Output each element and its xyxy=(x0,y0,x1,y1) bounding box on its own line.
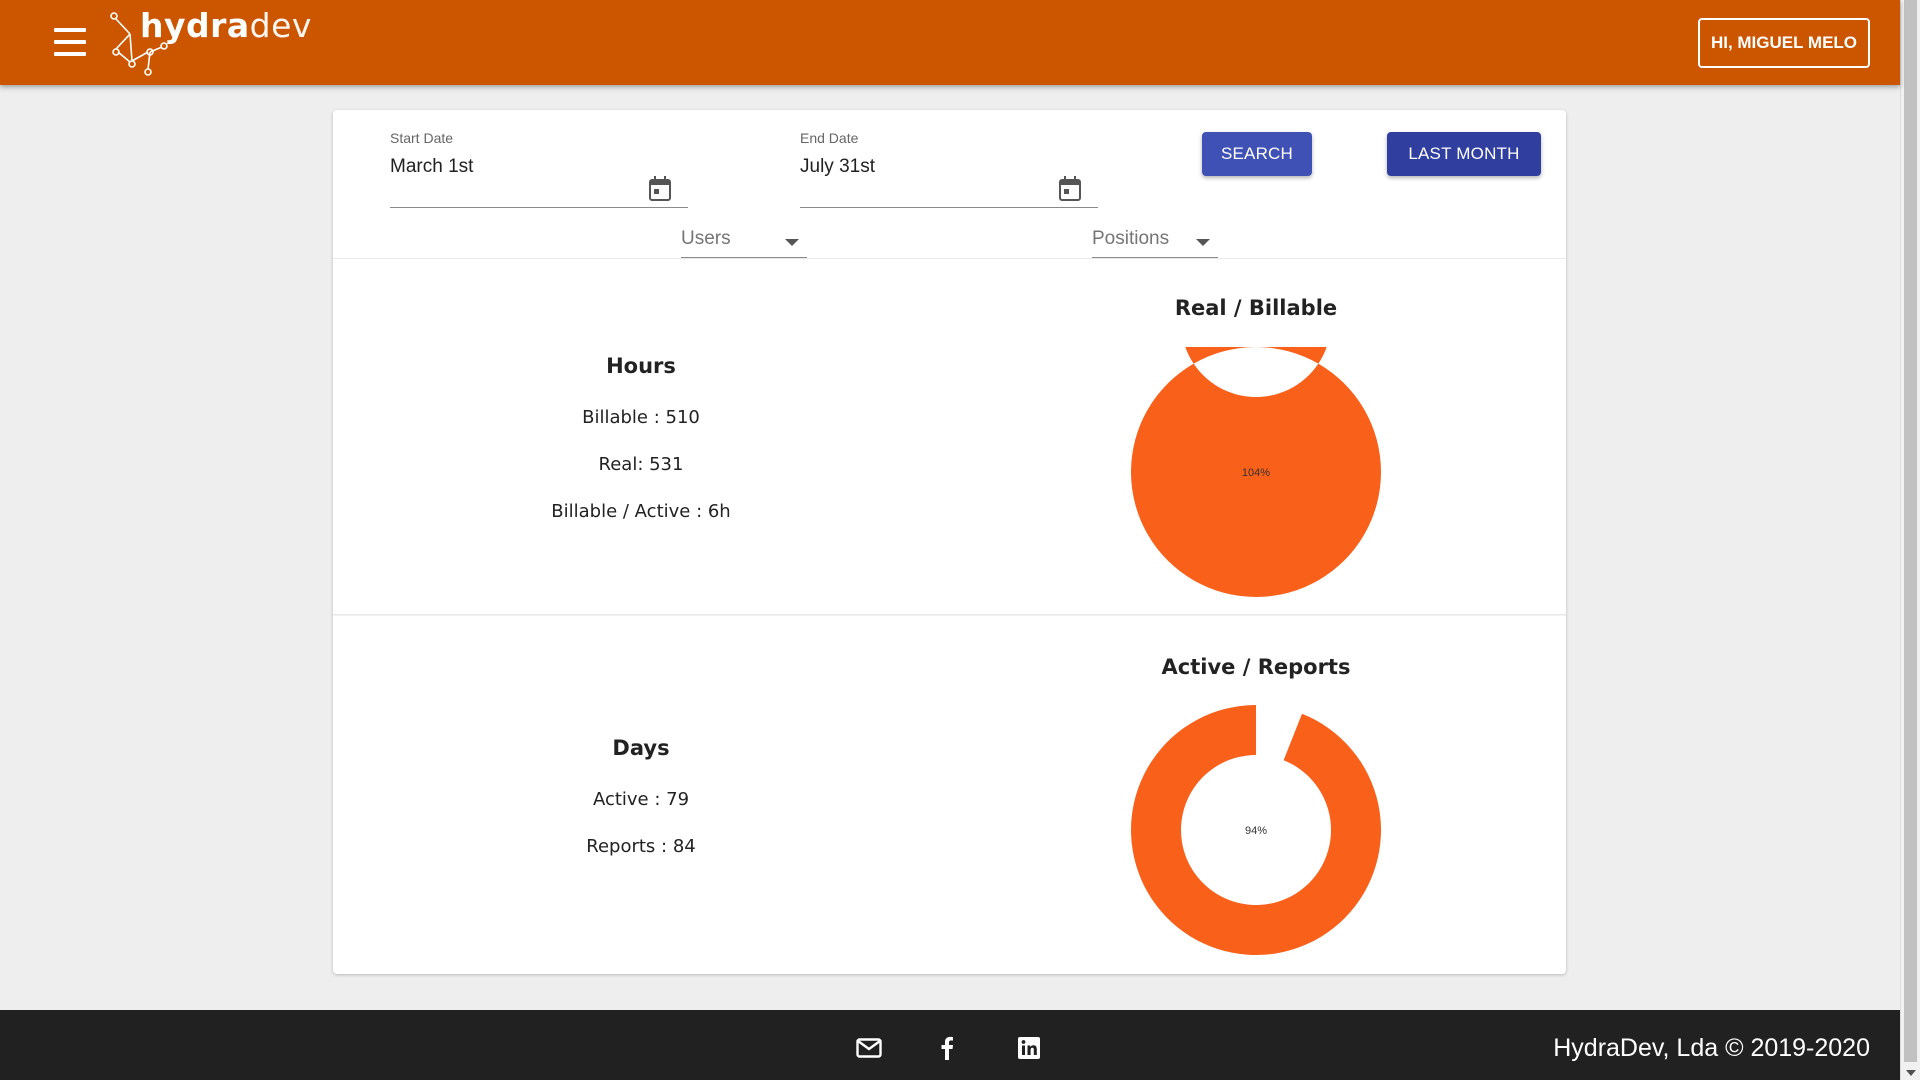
chevron-down-icon xyxy=(1196,239,1210,246)
users-select[interactable]: Users xyxy=(681,224,807,258)
facebook-icon[interactable] xyxy=(940,1036,954,1060)
scrollbar-thumb[interactable] xyxy=(1904,0,1917,1062)
days-active: Active : 79 xyxy=(592,789,690,810)
positions-select[interactable]: Positions xyxy=(1092,224,1218,258)
top-app-bar: hydradev HI, MIGUEL MELO xyxy=(0,0,1900,85)
hours-billable-active: Billable / Active : 6h xyxy=(551,501,731,522)
calendar-icon[interactable] xyxy=(1058,176,1082,202)
days-title: Days xyxy=(612,736,670,760)
report-card: Start Date March 1st End Date July 31st … xyxy=(333,110,1566,974)
hours-billable: Billable : 510 xyxy=(582,407,700,428)
scroll-down-icon[interactable] xyxy=(1906,1070,1916,1076)
last-month-button[interactable]: LAST MONTH xyxy=(1387,132,1541,176)
section-divider xyxy=(333,614,1566,616)
donut-center-label: 94% xyxy=(1245,825,1267,837)
linkedin-icon[interactable] xyxy=(1018,1037,1040,1059)
start-date-field[interactable]: Start Date March 1st xyxy=(390,130,688,210)
real-billable-chart-title: Real / Billable xyxy=(1174,296,1338,320)
email-icon[interactable] xyxy=(856,1038,882,1058)
hours-title: Hours xyxy=(606,354,676,378)
active-reports-chart-title: Active / Reports xyxy=(1161,655,1351,679)
hours-real: Real: 531 xyxy=(598,454,684,475)
end-date-label: End Date xyxy=(800,130,859,146)
calendar-icon[interactable] xyxy=(648,176,672,202)
real-billable-donut-chart: 104% xyxy=(1131,347,1381,597)
chevron-down-icon xyxy=(785,239,799,246)
start-date-label: Start Date xyxy=(390,130,454,146)
brand-bold: hydra xyxy=(140,6,250,45)
search-button[interactable]: SEARCH xyxy=(1202,132,1312,176)
vertical-scrollbar[interactable] xyxy=(1900,0,1920,1080)
menu-icon[interactable] xyxy=(54,28,86,56)
active-reports-donut-chart: 94% xyxy=(1131,705,1381,955)
positions-select-value: Positions xyxy=(1092,228,1170,249)
copyright-text: HydraDev, Lda © 2019-2020 xyxy=(1553,1034,1870,1062)
end-date-value: July 31st xyxy=(800,156,875,177)
filters-divider xyxy=(333,258,1566,259)
brand-light: dev xyxy=(249,6,312,45)
days-reports: Reports : 84 xyxy=(586,836,696,857)
footer: HydraDev, Lda © 2019-2020 xyxy=(0,1010,1900,1080)
start-date-value: March 1st xyxy=(390,156,474,177)
donut-center-label: 104% xyxy=(1242,467,1270,479)
end-date-field[interactable]: End Date July 31st xyxy=(800,130,1098,210)
user-greeting-button[interactable]: HI, MIGUEL MELO xyxy=(1698,18,1870,68)
users-select-value: Users xyxy=(681,228,731,249)
brand-wordmark[interactable]: hydradev xyxy=(140,6,312,45)
